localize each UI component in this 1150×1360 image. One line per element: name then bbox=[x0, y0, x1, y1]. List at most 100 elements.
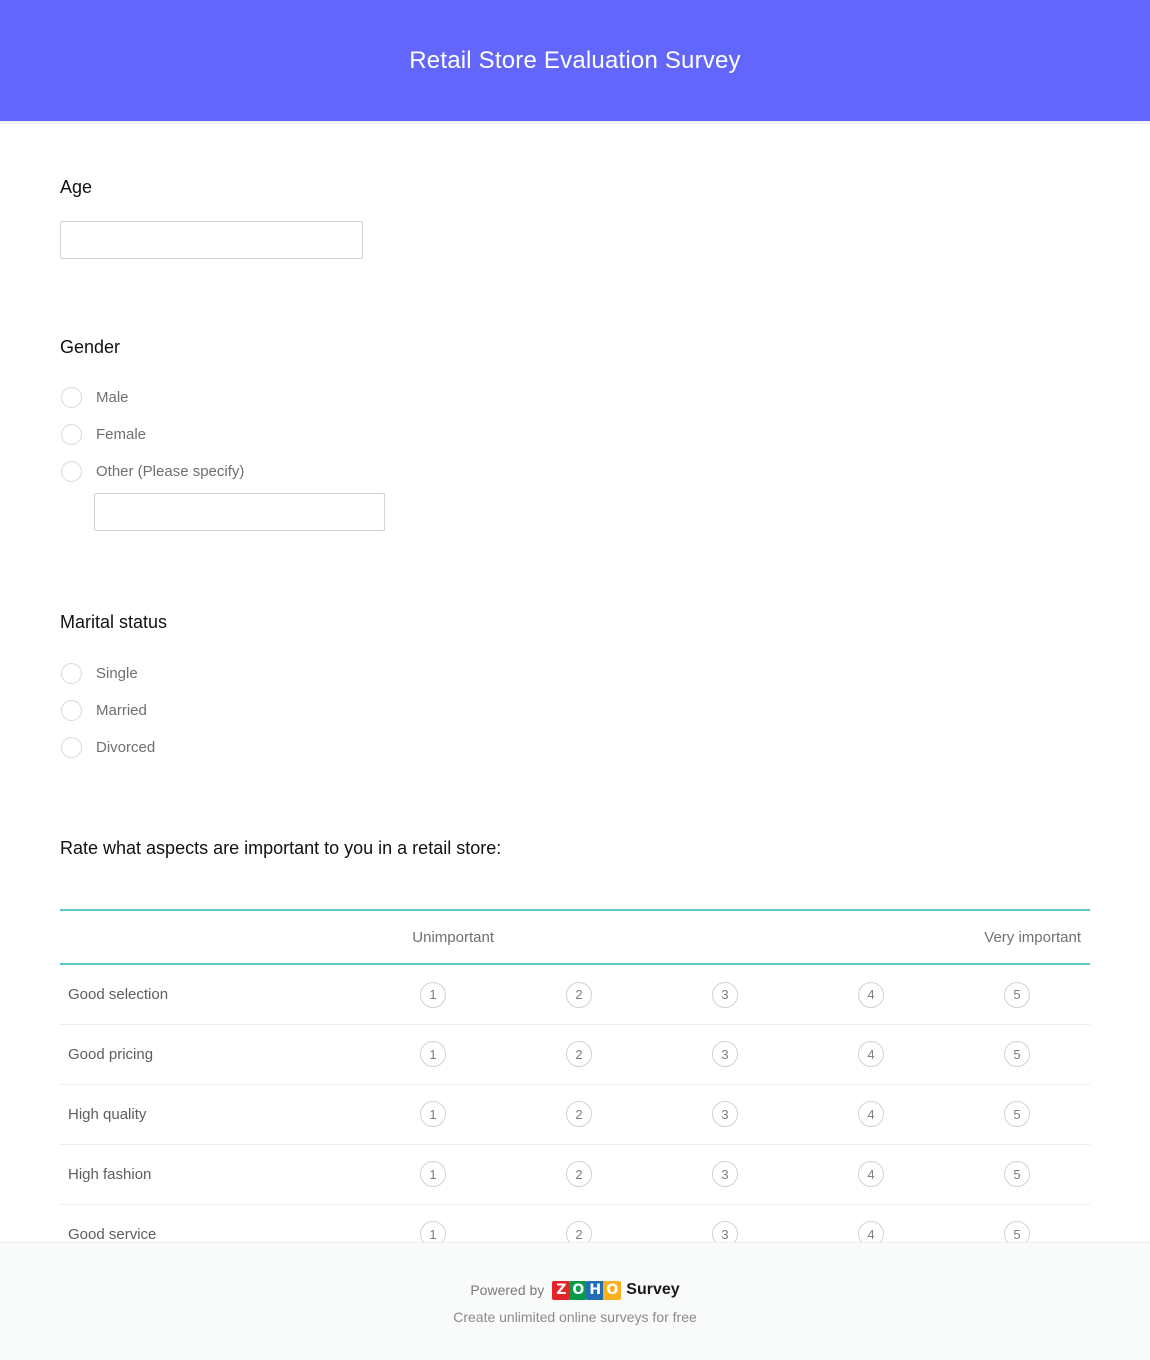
gender-other-input[interactable] bbox=[94, 493, 385, 532]
zoho-tile-o2: O bbox=[603, 1280, 622, 1300]
page-title: Retail Store Evaluation Survey bbox=[409, 46, 741, 74]
table-row: Good selection 1 2 3 4 5 bbox=[60, 964, 1090, 1025]
age-input[interactable] bbox=[60, 220, 363, 259]
radio-option-divorced[interactable]: Divorced bbox=[60, 729, 1090, 766]
radio-option-single[interactable]: Single bbox=[60, 655, 1090, 692]
question-age: Age bbox=[60, 177, 1090, 259]
scale-option-5[interactable]: 5 bbox=[1004, 1041, 1030, 1068]
radio-label: Other (Please specify) bbox=[96, 463, 245, 481]
radio-icon[interactable] bbox=[61, 736, 82, 758]
radio-option-other[interactable]: Other (Please specify) bbox=[60, 453, 1090, 490]
rating-matrix-wrap: Unimportant Very important Good selectio… bbox=[60, 909, 1090, 1265]
survey-header: Retail Store Evaluation Survey bbox=[0, 0, 1150, 121]
zoho-logo-icon[interactable]: Z O H O bbox=[552, 1280, 622, 1300]
powered-by-line: Powered by Z O H O Survey bbox=[470, 1279, 680, 1301]
zoho-tile-o1: O bbox=[569, 1280, 588, 1300]
header-divider bbox=[0, 121, 1150, 124]
radio-icon[interactable] bbox=[61, 424, 82, 446]
scale-low-label: Unimportant bbox=[360, 909, 506, 966]
question-marital-status: Marital status Single Married Divorced bbox=[60, 612, 1090, 766]
matrix-scale-cell[interactable]: 5 bbox=[944, 1024, 1090, 1085]
matrix-scale-cell[interactable]: 4 bbox=[798, 1144, 944, 1205]
matrix-row-label: High fashion bbox=[60, 1144, 360, 1205]
scale-option-4[interactable]: 4 bbox=[858, 981, 884, 1008]
rating-matrix-header-row: Unimportant Very important bbox=[60, 909, 1090, 966]
matrix-scale-cell[interactable]: 3 bbox=[652, 964, 798, 1025]
matrix-scale-cell[interactable]: 2 bbox=[506, 1024, 652, 1085]
matrix-scale-cell[interactable]: 5 bbox=[944, 1144, 1090, 1205]
matrix-row-label: Good pricing bbox=[60, 1024, 360, 1085]
matrix-scale-cell[interactable]: 1 bbox=[360, 1024, 506, 1085]
matrix-row-label: High quality bbox=[60, 1084, 360, 1145]
marital-status-options: Single Married Divorced bbox=[60, 655, 1090, 766]
matrix-head-spacer-4 bbox=[798, 909, 944, 966]
scale-option-2[interactable]: 2 bbox=[566, 1101, 592, 1128]
radio-label: Married bbox=[96, 701, 147, 719]
scale-option-1[interactable]: 1 bbox=[420, 981, 446, 1008]
radio-icon[interactable] bbox=[61, 387, 82, 409]
scale-option-2[interactable]: 2 bbox=[566, 1041, 592, 1068]
scale-option-2[interactable]: 2 bbox=[566, 981, 592, 1008]
matrix-scale-cell[interactable]: 5 bbox=[944, 1084, 1090, 1145]
scale-option-3[interactable]: 3 bbox=[712, 1161, 738, 1188]
matrix-scale-cell[interactable]: 4 bbox=[798, 1084, 944, 1145]
rating-matrix-head: Unimportant Very important bbox=[60, 909, 1090, 966]
gender-options: Male Female Other (Please specify) bbox=[60, 379, 1090, 532]
powered-by-text: Powered by bbox=[470, 1282, 545, 1298]
radio-icon[interactable] bbox=[61, 699, 82, 721]
question-age-title: Age bbox=[60, 177, 93, 197]
scale-option-3[interactable]: 3 bbox=[712, 981, 738, 1008]
scale-option-4[interactable]: 4 bbox=[858, 1161, 884, 1188]
matrix-scale-cell[interactable]: 3 bbox=[652, 1024, 798, 1085]
matrix-scale-cell[interactable]: 4 bbox=[798, 964, 944, 1025]
scale-option-2[interactable]: 2 bbox=[566, 1161, 592, 1188]
matrix-scale-cell[interactable]: 1 bbox=[360, 1144, 506, 1205]
question-marital-status-title: Marital status bbox=[60, 612, 168, 633]
gender-other-input-wrap bbox=[60, 493, 1090, 532]
rating-matrix-body: Good selection 1 2 3 4 5 Good pricing 1 2 3 4 5 High… bbox=[60, 964, 1090, 1265]
scale-option-1[interactable]: 1 bbox=[420, 1101, 446, 1128]
table-row: Good pricing 1 2 3 4 5 bbox=[60, 1024, 1090, 1085]
rating-matrix-table: Unimportant Very important Good selectio… bbox=[60, 909, 1090, 1265]
question-gender-title: Gender bbox=[60, 336, 121, 357]
zoho-tile-z: Z bbox=[552, 1280, 571, 1300]
scale-option-3[interactable]: 3 bbox=[712, 1041, 738, 1068]
matrix-scale-cell[interactable]: 4 bbox=[798, 1024, 944, 1085]
footer-tagline: Create unlimited online surveys for free bbox=[453, 1309, 697, 1325]
scale-option-4[interactable]: 4 bbox=[858, 1041, 884, 1068]
radio-label: Male bbox=[96, 389, 129, 407]
brand-word: Survey bbox=[626, 1281, 680, 1298]
matrix-scale-cell[interactable]: 5 bbox=[944, 964, 1090, 1025]
radio-icon[interactable] bbox=[61, 662, 82, 684]
table-row: High fashion 1 2 3 4 5 bbox=[60, 1144, 1090, 1205]
radio-option-female[interactable]: Female bbox=[60, 416, 1090, 453]
matrix-row-label: Good selection bbox=[60, 964, 360, 1025]
scale-option-5[interactable]: 5 bbox=[1004, 981, 1030, 1008]
matrix-scale-cell[interactable]: 3 bbox=[652, 1084, 798, 1145]
scale-option-5[interactable]: 5 bbox=[1004, 1101, 1030, 1128]
scale-option-1[interactable]: 1 bbox=[420, 1161, 446, 1188]
matrix-scale-cell[interactable]: 2 bbox=[506, 1144, 652, 1205]
radio-icon[interactable] bbox=[61, 461, 82, 483]
radio-option-male[interactable]: Male bbox=[60, 379, 1090, 416]
matrix-head-spacer-3 bbox=[652, 909, 798, 966]
radio-label: Single bbox=[96, 664, 138, 682]
matrix-scale-cell[interactable]: 3 bbox=[652, 1144, 798, 1205]
question-rating-matrix-title: Rate what aspects are important to you i… bbox=[60, 837, 502, 858]
scale-option-3[interactable]: 3 bbox=[712, 1101, 738, 1128]
question-rating-matrix: Rate what aspects are important to you i… bbox=[60, 838, 1090, 1265]
matrix-corner-cell bbox=[60, 909, 360, 966]
matrix-scale-cell[interactable]: 1 bbox=[360, 964, 506, 1025]
survey-body: Age Gender Male Female Other (Please spe… bbox=[0, 177, 1150, 1265]
radio-option-married[interactable]: Married bbox=[60, 692, 1090, 729]
scale-option-1[interactable]: 1 bbox=[420, 1041, 446, 1068]
radio-label: Female bbox=[96, 426, 147, 444]
matrix-scale-cell[interactable]: 2 bbox=[506, 964, 652, 1025]
matrix-scale-cell[interactable]: 2 bbox=[506, 1084, 652, 1145]
table-row: High quality 1 2 3 4 5 bbox=[60, 1084, 1090, 1145]
question-gender: Gender Male Female Other (Please specify… bbox=[60, 337, 1090, 532]
matrix-scale-cell[interactable]: 1 bbox=[360, 1084, 506, 1145]
scale-option-5[interactable]: 5 bbox=[1004, 1161, 1030, 1188]
scale-option-4[interactable]: 4 bbox=[858, 1101, 884, 1128]
zoho-tile-h: H bbox=[586, 1280, 605, 1300]
